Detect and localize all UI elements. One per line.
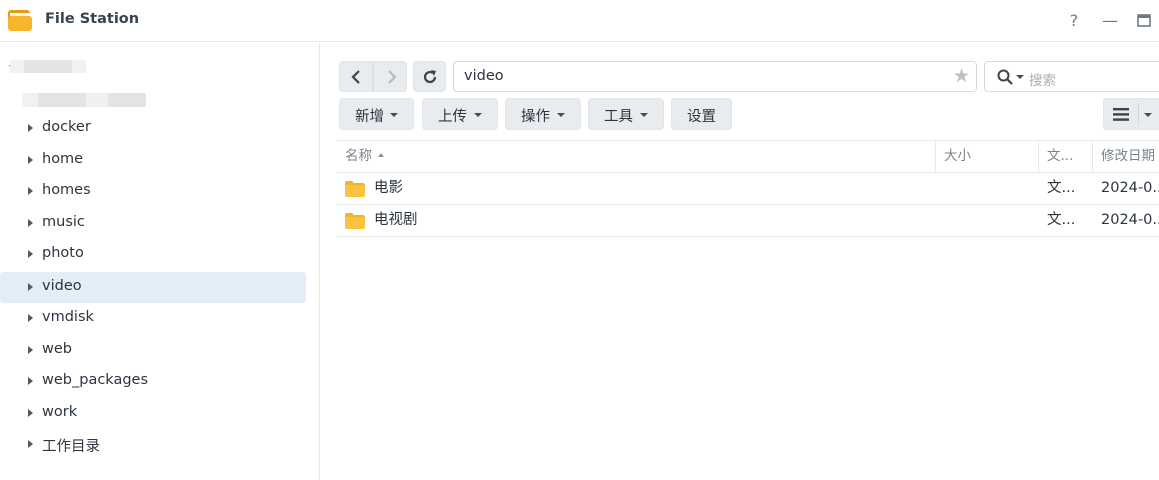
tools-button[interactable]: 工具 — [588, 98, 664, 130]
refresh-button[interactable] — [413, 61, 446, 92]
chevron-down-icon — [640, 113, 648, 117]
sidebar-item-label: video — [42, 278, 82, 294]
column-header-label: 修改日期 — [1101, 148, 1155, 164]
folder-icon — [345, 181, 365, 197]
sort-ascending-icon — [378, 153, 384, 157]
column-header-size[interactable]: 大小 — [936, 141, 1039, 173]
upload-button[interactable]: 上传 — [422, 98, 498, 130]
sidebar-item-label: 工作目录 — [42, 439, 100, 455]
file-modified: 2024-0... — [1101, 180, 1159, 196]
file-modified: 2024-0... — [1101, 212, 1159, 228]
refresh-icon — [423, 70, 437, 84]
create-button[interactable]: 新增 — [339, 98, 414, 130]
column-header-modified[interactable]: 修改日期 — [1093, 141, 1159, 173]
expand-arrow-icon[interactable] — [28, 440, 33, 448]
redacted-server-name — [10, 60, 86, 73]
column-header-type[interactable]: 文... — [1039, 141, 1093, 173]
folder-tree-sidebar: docker home homes music photo video vmdi… — [0, 43, 320, 480]
tools-button-label: 工具 — [604, 109, 633, 125]
expand-arrow-icon[interactable] — [28, 346, 33, 354]
folder-icon — [345, 213, 365, 229]
expand-arrow-icon[interactable] — [28, 283, 33, 291]
redacted-volume-name — [22, 93, 146, 107]
table-row[interactable]: 电影 文... 2024-0... — [337, 173, 1159, 205]
star-icon[interactable]: ★ — [953, 65, 970, 87]
file-name: 电视剧 — [374, 212, 418, 228]
view-button-divider — [1138, 103, 1139, 126]
back-button[interactable] — [339, 61, 373, 92]
sidebar-item-label: homes — [42, 182, 91, 198]
search-icon — [997, 69, 1013, 85]
file-name: 电影 — [374, 180, 403, 196]
action-button[interactable]: 操作 — [505, 98, 581, 130]
expand-arrow-icon[interactable] — [28, 187, 33, 195]
sidebar-item-label: vmdisk — [42, 309, 94, 325]
sidebar-item-label: photo — [42, 245, 84, 261]
sidebar-item-web[interactable]: web — [0, 335, 306, 366]
list-view-icon — [1113, 108, 1129, 121]
column-header-label: 名称 — [345, 148, 372, 164]
sidebar-item-photo[interactable]: photo — [0, 239, 306, 270]
create-button-label: 新增 — [355, 109, 384, 125]
table-row[interactable]: 电视剧 文... 2024-0... — [337, 205, 1159, 237]
search-input[interactable]: 搜索 — [984, 61, 1159, 92]
chevron-right-icon — [388, 70, 397, 84]
sidebar-item-label: web — [42, 341, 72, 357]
file-type: 文... — [1047, 212, 1076, 228]
file-station-app-icon — [8, 10, 32, 31]
chevron-down-icon — [557, 113, 565, 117]
help-icon[interactable]: ? — [1063, 10, 1085, 32]
minimize-icon[interactable]: — — [1099, 10, 1121, 32]
expand-arrow-icon[interactable] — [28, 156, 33, 164]
forward-button[interactable] — [373, 61, 407, 92]
sidebar-item-label: docker — [42, 119, 91, 135]
path-input[interactable]: video ★ — [453, 61, 977, 92]
search-options-caret-icon[interactable] — [1016, 75, 1024, 79]
maximize-icon[interactable] — [1135, 12, 1153, 30]
chevron-down-icon — [474, 113, 482, 117]
chevron-down-icon — [390, 113, 398, 117]
sidebar-item-work[interactable]: work — [0, 398, 306, 429]
upload-button-label: 上传 — [438, 109, 467, 125]
sidebar-item-music[interactable]: music — [0, 208, 306, 239]
settings-button[interactable]: 设置 — [671, 98, 732, 130]
expand-arrow-icon[interactable] — [28, 250, 33, 258]
expand-arrow-icon[interactable] — [28, 409, 33, 417]
column-header-label: 文... — [1047, 148, 1074, 164]
expand-arrow-icon[interactable] — [28, 124, 33, 132]
view-mode-button[interactable] — [1103, 98, 1159, 130]
chevron-down-icon[interactable] — [1144, 113, 1152, 117]
settings-button-label: 设置 — [687, 109, 716, 125]
sidebar-item-label: home — [42, 151, 84, 167]
expand-arrow-icon[interactable] — [28, 219, 33, 227]
expand-arrow-icon[interactable] — [28, 377, 33, 385]
sidebar-item-work-directory[interactable]: 工作目录 — [0, 429, 306, 460]
path-value: video — [464, 68, 504, 84]
action-button-label: 操作 — [521, 109, 550, 125]
sidebar-item-home[interactable]: home — [0, 145, 306, 176]
chevron-left-icon — [351, 70, 360, 84]
sidebar-item-homes[interactable]: homes — [0, 176, 306, 207]
file-type: 文... — [1047, 180, 1076, 196]
expand-arrow-icon[interactable] — [28, 314, 33, 322]
sidebar-item-vmdisk[interactable]: vmdisk — [0, 303, 306, 334]
app-title: File Station — [45, 11, 140, 27]
sidebar-item-label: music — [42, 214, 85, 230]
title-bar: File Station ? — — [0, 0, 1159, 42]
search-placeholder: 搜索 — [1029, 73, 1056, 89]
sidebar-item-label: work — [42, 404, 78, 420]
sidebar-item-web-packages[interactable]: web_packages — [0, 366, 306, 397]
sidebar-item-docker[interactable]: docker — [0, 113, 306, 144]
column-header-name[interactable]: 名称 — [337, 141, 936, 173]
column-header-label: 大小 — [944, 148, 971, 164]
sidebar-item-video[interactable]: video — [0, 272, 306, 303]
sidebar-item-label: web_packages — [42, 372, 149, 388]
file-table-header: 名称 大小 文... 修改日期 — [337, 140, 1159, 173]
